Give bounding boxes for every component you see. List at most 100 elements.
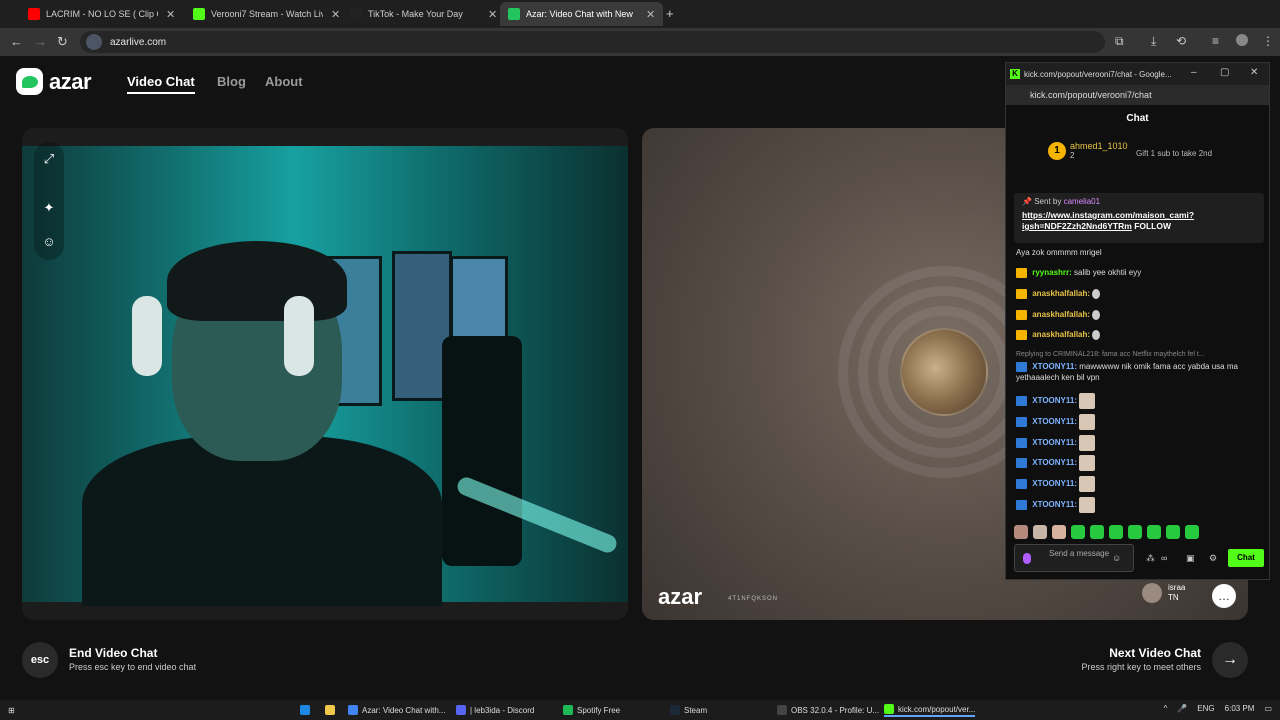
reply-context: Replying to CRIMINAL218: fama acc Netfli…: [1016, 351, 1205, 358]
chevron-up-icon[interactable]: ^: [1164, 704, 1168, 713]
pinned-user: camelia01: [1063, 197, 1101, 206]
emote-button[interactable]: [1147, 525, 1161, 539]
end-chat-button[interactable]: esc: [22, 642, 58, 678]
verified-badge-icon: [1016, 361, 1027, 372]
close-icon[interactable]: ✕: [166, 8, 175, 21]
profile-avatar[interactable]: [1236, 34, 1248, 46]
edge-icon[interactable]: [300, 703, 314, 717]
taskbar-spotify[interactable]: Spotify Free: [563, 703, 620, 717]
message-user[interactable]: XTOONY11:: [1032, 417, 1077, 426]
popup-url: kick.com/popout/verooni7/chat: [1006, 85, 1269, 105]
message-user[interactable]: XTOONY11:: [1032, 500, 1077, 509]
top-gifter[interactable]: 1 ahmed1_1010 2: [1048, 141, 1128, 160]
start-icon[interactable]: ⊞: [8, 703, 15, 717]
verified-badge-icon: [1016, 438, 1027, 448]
taskbar-kick[interactable]: kick.com/popout/ver...: [884, 703, 976, 717]
peer-profile[interactable]: israa TN: [1142, 583, 1185, 603]
new-tab-icon[interactable]: +: [666, 6, 674, 21]
message-text: Aya zok ommmm mrigel: [1016, 248, 1102, 257]
close-icon[interactable]: ✕: [488, 8, 497, 21]
extensions-icon[interactable]: ⧉: [1115, 34, 1124, 49]
message-user[interactable]: anaskhalfallah:: [1032, 289, 1090, 298]
minimize-icon[interactable]: –: [1191, 67, 1197, 78]
gift-sub-text[interactable]: Gift 1 sub to take 2nd: [1136, 149, 1212, 158]
taskbar-label: | leb3ida - Discord: [470, 705, 535, 715]
emote-button[interactable]: [1014, 525, 1028, 539]
message-user[interactable]: XTOONY11:: [1032, 362, 1077, 371]
sub-badge-icon: [1016, 288, 1027, 299]
download-icon[interactable]: ⤓: [1151, 34, 1156, 49]
tab-azar[interactable]: Azar: Video Chat with New ✕: [500, 2, 664, 26]
chat-message: XTOONY11:: [1016, 476, 1266, 492]
message-user[interactable]: ryynashrr:: [1032, 268, 1072, 277]
person-body: [82, 436, 442, 606]
message-user[interactable]: XTOONY11:: [1032, 479, 1077, 488]
browser-tab-bar: LACRIM - NO LO SE ( Clip Offici ✕ Veroon…: [0, 0, 1280, 28]
nav-blog[interactable]: Blog: [217, 74, 246, 89]
language-indicator[interactable]: ENG: [1197, 704, 1214, 713]
emote-button[interactable]: [1109, 525, 1123, 539]
gift-icon[interactable]: ▣: [1186, 553, 1195, 564]
tab-kick[interactable]: Verooni7 Stream - Watch Live o ✕: [185, 2, 348, 26]
end-chat-title: End Video Chat: [69, 646, 158, 660]
back-icon[interactable]: ←: [10, 34, 23, 49]
pointer-icon[interactable]: ⁂: [1146, 553, 1155, 564]
mic-icon[interactable]: [1023, 553, 1031, 564]
chat-send-button[interactable]: Chat: [1228, 549, 1264, 567]
message-user[interactable]: XTOONY11:: [1032, 396, 1077, 405]
tab-youtube[interactable]: LACRIM - NO LO SE ( Clip Offici ✕: [20, 2, 183, 26]
emote-button[interactable]: [1071, 525, 1085, 539]
close-icon[interactable]: ✕: [646, 8, 655, 21]
magic-wand-icon[interactable]: ✦: [41, 200, 57, 216]
message-user[interactable]: XTOONY11:: [1032, 438, 1077, 447]
azar-logo[interactable]: azar: [16, 68, 92, 95]
media-icon[interactable]: ≡: [1212, 34, 1219, 48]
emote-button[interactable]: [1185, 525, 1199, 539]
message-user[interactable]: anaskhalfallah:: [1032, 330, 1090, 339]
emote: [1079, 476, 1096, 492]
message-user[interactable]: anaskhalfallah:: [1032, 310, 1090, 319]
menu-icon[interactable]: ⋮: [1262, 34, 1274, 48]
history-icon[interactable]: ⟲: [1176, 34, 1186, 48]
mic-tray-icon[interactable]: 🎤: [1177, 704, 1187, 713]
expand-icon[interactable]: ⤢: [41, 151, 57, 167]
chat-bubble-icon[interactable]: …: [1212, 584, 1236, 608]
forward-icon[interactable]: →: [34, 34, 47, 49]
clock[interactable]: 6:03 PM: [1225, 704, 1255, 713]
emote-button[interactable]: [1033, 525, 1047, 539]
video-tools: ⤢ ✦ ☺: [34, 142, 64, 260]
url-field[interactable]: azarlive.com: [80, 31, 1105, 53]
tab-tiktok[interactable]: TikTok - Make Your Day ✕: [342, 2, 505, 26]
link-icon[interactable]: ∞: [1161, 553, 1167, 563]
close-icon[interactable]: ✕: [1250, 67, 1258, 78]
azar-icon: [508, 8, 520, 20]
maximize-icon[interactable]: ▢: [1220, 67, 1229, 78]
nav-about[interactable]: About: [265, 74, 303, 89]
chair: [442, 336, 522, 566]
reload-icon[interactable]: ↻: [57, 34, 68, 50]
taskbar-azar[interactable]: Azar: Video Chat with...: [348, 703, 445, 717]
chat-message: Aya zok ommmm mrigel: [1016, 247, 1266, 258]
tab-title: Verooni7 Stream - Watch Live o: [211, 9, 323, 19]
emote-button[interactable]: [1090, 525, 1104, 539]
kick-icon: K: [1010, 69, 1020, 79]
nav-video-chat[interactable]: Video Chat: [127, 74, 195, 94]
taskbar-steam[interactable]: Steam: [670, 703, 707, 717]
emote-button[interactable]: [1052, 525, 1066, 539]
face-icon[interactable]: ☺: [41, 234, 57, 250]
emote-button[interactable]: [1166, 525, 1180, 539]
close-icon[interactable]: ✕: [331, 8, 340, 21]
emote: [1079, 393, 1096, 409]
emote-button[interactable]: [1128, 525, 1142, 539]
next-chat-button[interactable]: →: [1212, 642, 1248, 678]
explorer-icon[interactable]: [325, 703, 339, 717]
emoji-icon[interactable]: ☺: [1112, 553, 1121, 563]
site-info-icon[interactable]: [86, 34, 102, 50]
message-user[interactable]: XTOONY11:: [1032, 458, 1077, 467]
taskbar-discord[interactable]: | leb3ida - Discord: [456, 703, 534, 717]
settings-icon[interactable]: ⚙: [1209, 553, 1217, 564]
notification-icon[interactable]: ▭: [1264, 704, 1272, 713]
taskbar-obs[interactable]: OBS 32.0.4 - Profile: U...: [777, 703, 879, 717]
next-chat-title: Next Video Chat: [1109, 646, 1201, 660]
popup-title: kick.com/popout/verooni7/chat - Google..…: [1024, 69, 1172, 79]
